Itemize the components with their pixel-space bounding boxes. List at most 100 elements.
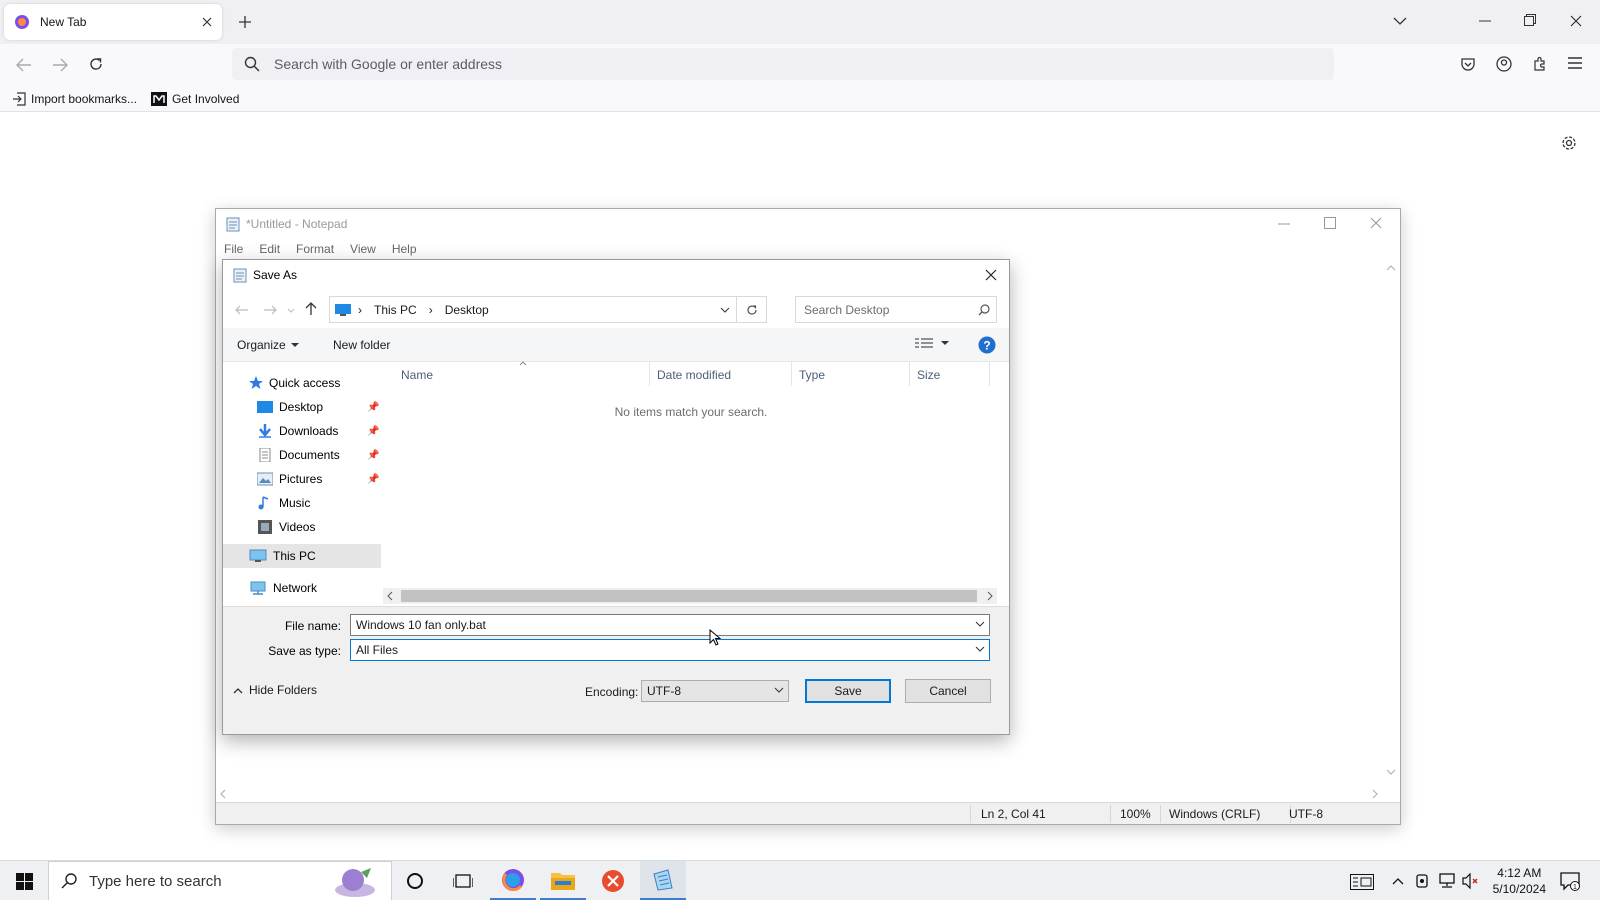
scroll-up-icon[interactable]: [1386, 265, 1396, 271]
notepad-vertical-scrollbar[interactable]: [1382, 261, 1400, 781]
encoding-select[interactable]: UTF-8: [641, 680, 789, 702]
url-placeholder: Search with Google or enter address: [274, 56, 503, 72]
menu-view[interactable]: View: [350, 242, 376, 256]
scroll-left-icon[interactable]: [220, 789, 226, 799]
firefox-icon: [15, 15, 29, 29]
bookmark-get-involved[interactable]: Get Involved: [151, 91, 240, 106]
dialog-forward-icon[interactable]: [263, 305, 277, 315]
url-bar[interactable]: Search with Google or enter address: [232, 48, 1334, 80]
nav-network[interactable]: Network: [249, 577, 317, 599]
extensions-icon[interactable]: [1532, 56, 1548, 72]
scroll-right-icon[interactable]: [987, 591, 993, 601]
nav-quick-access[interactable]: Quick access: [249, 372, 340, 394]
nav-pictures[interactable]: Pictures: [257, 468, 322, 490]
view-options-button[interactable]: [915, 337, 949, 349]
chevron-up-icon: [233, 687, 243, 693]
search-placeholder: Search Desktop: [804, 302, 890, 317]
taskbar-firefox[interactable]: [490, 861, 536, 900]
bookmark-import[interactable]: Import bookmarks...: [12, 92, 137, 106]
dialog-command-bar: Organize New folder ?: [223, 328, 1009, 362]
reload-icon[interactable]: [88, 56, 104, 72]
recent-locations-chevron-icon[interactable]: [287, 308, 295, 313]
breadcrumb-this-pc[interactable]: This PC: [374, 303, 417, 317]
volume-muted-icon[interactable]: [1462, 873, 1480, 889]
file-list-horizontal-scrollbar[interactable]: [383, 588, 997, 604]
back-icon[interactable]: [16, 58, 32, 72]
up-arrow-icon[interactable]: [305, 302, 317, 316]
tab-list-chevron-icon[interactable]: [1393, 16, 1407, 26]
search-desktop-field[interactable]: Search Desktop: [795, 296, 997, 323]
nav-videos[interactable]: Videos: [257, 516, 315, 538]
menu-format[interactable]: Format: [296, 242, 334, 256]
save-button[interactable]: Save: [805, 679, 891, 703]
scroll-right-icon[interactable]: [1372, 789, 1378, 799]
menu-icon[interactable]: [1568, 57, 1582, 69]
nav-desktop[interactable]: Desktop: [257, 396, 323, 418]
nav-this-pc[interactable]: This PC: [249, 545, 316, 567]
notepad-minimize-icon[interactable]: [1278, 223, 1290, 225]
account-icon[interactable]: [1496, 56, 1512, 72]
pocket-icon[interactable]: [1460, 56, 1476, 72]
network-status-icon[interactable]: [1438, 873, 1456, 889]
nav-downloads[interactable]: Downloads: [257, 420, 338, 442]
column-type[interactable]: Type: [799, 368, 825, 382]
chevron-down-icon[interactable]: [975, 644, 985, 654]
nav-documents[interactable]: Documents: [257, 444, 340, 466]
organize-button[interactable]: Organize: [237, 338, 299, 352]
taskbar-notepad[interactable]: [640, 861, 686, 900]
taskbar-file-explorer[interactable]: [540, 861, 586, 900]
menu-edit[interactable]: Edit: [259, 242, 280, 256]
refresh-button[interactable]: [737, 296, 767, 323]
taskbar: Type here to search 4:12 AM 5/10/2024 1: [0, 860, 1600, 900]
tab-new-tab[interactable]: New Tab: [4, 4, 222, 40]
task-view-button[interactable]: [440, 861, 486, 900]
file-name-input[interactable]: Windows 10 fan only.bat: [350, 614, 990, 636]
close-icon[interactable]: [202, 17, 212, 27]
new-tab-plus-icon[interactable]: [238, 15, 252, 29]
taskbar-red-app[interactable]: [590, 861, 636, 900]
column-name[interactable]: Name: [401, 368, 433, 382]
nav-music[interactable]: Music: [257, 492, 310, 514]
taskbar-search-box[interactable]: Type here to search: [48, 861, 392, 900]
scroll-left-icon[interactable]: [387, 591, 393, 601]
meet-now-icon[interactable]: [1416, 873, 1430, 889]
notepad-maximize-icon[interactable]: [1324, 217, 1336, 229]
taskbar-clock[interactable]: 4:12 AM 5/10/2024: [1493, 865, 1546, 897]
dialog-back-icon[interactable]: [235, 305, 249, 315]
forward-icon[interactable]: [52, 58, 68, 72]
downloads-icon: [259, 424, 271, 438]
hide-folders-button[interactable]: Hide Folders: [233, 683, 317, 697]
bookmark-label: Get Involved: [172, 91, 240, 106]
new-folder-button[interactable]: New folder: [333, 338, 390, 352]
gear-icon[interactable]: [1561, 135, 1577, 151]
chevron-down-icon[interactable]: [975, 619, 985, 629]
keyboard-layout-icon[interactable]: [1350, 874, 1374, 890]
minimize-icon[interactable]: [1479, 20, 1491, 22]
status-zoom: 100%: [1120, 807, 1151, 821]
menu-file[interactable]: File: [224, 242, 243, 256]
notepad-close-icon[interactable]: [1370, 217, 1382, 229]
scrollbar-thumb[interactable]: [401, 590, 977, 602]
notifications-icon[interactable]: 1: [1560, 871, 1580, 891]
save-type-label: Save as type:: [268, 644, 341, 658]
cancel-button[interactable]: Cancel: [905, 679, 991, 703]
status-line-ending: Windows (CRLF): [1169, 807, 1261, 821]
address-dropdown-icon[interactable]: [720, 307, 730, 313]
help-icon[interactable]: ?: [978, 336, 996, 354]
restore-icon[interactable]: [1524, 14, 1536, 26]
menu-help[interactable]: Help: [392, 242, 417, 256]
notepad-horizontal-scrollbar[interactable]: [216, 785, 1382, 801]
column-size[interactable]: Size: [917, 368, 940, 382]
chevron-down-icon[interactable]: [774, 685, 784, 695]
address-bar[interactable]: › This PC › Desktop: [329, 296, 737, 323]
pin-icon: 📌: [367, 426, 380, 437]
window-close-icon[interactable]: [1570, 15, 1582, 27]
show-hidden-icons-chevron-icon[interactable]: [1392, 877, 1404, 885]
breadcrumb-desktop[interactable]: Desktop: [445, 303, 489, 317]
cortana-button[interactable]: [392, 861, 438, 900]
windows-start-icon[interactable]: [16, 873, 33, 890]
scroll-down-icon[interactable]: [1386, 769, 1396, 775]
dialog-close-icon[interactable]: [985, 269, 997, 281]
column-date-modified[interactable]: Date modified: [657, 368, 731, 382]
save-type-select[interactable]: All Files: [350, 639, 990, 661]
